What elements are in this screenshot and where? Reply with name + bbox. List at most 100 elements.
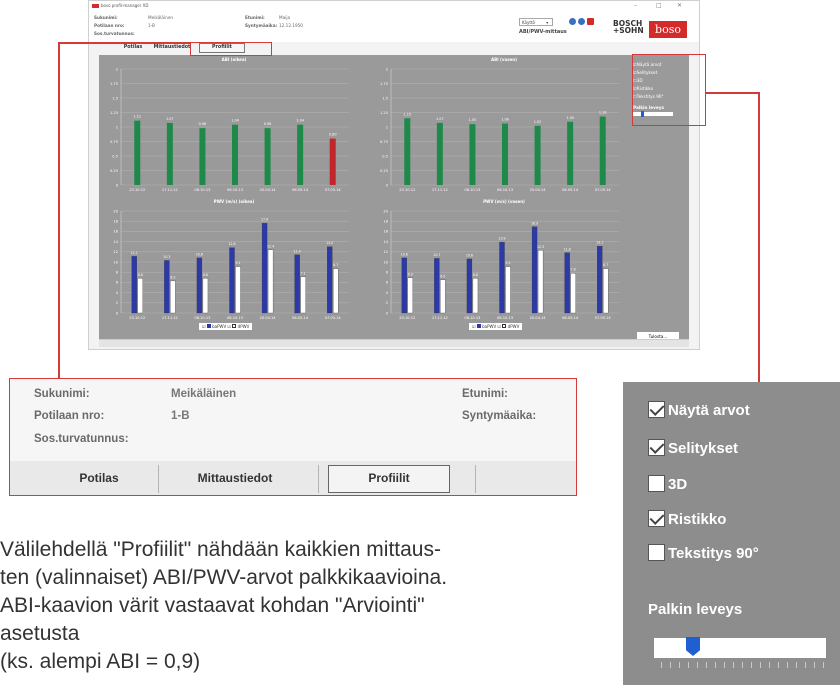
- birthdate-label-large: Syntymäaika:: [462, 410, 537, 422]
- checkbox-unchecked-icon[interactable]: [648, 544, 665, 561]
- bar-width-slider[interactable]: [654, 637, 826, 658]
- y-tick-label: 8: [386, 271, 389, 275]
- x-tick-label: 20.04.14: [260, 316, 277, 320]
- patient-header: Sukunimi: Meikäläinen Potilaan nro: 1-B …: [89, 12, 699, 42]
- x-tick-label: 06.10.13: [497, 316, 513, 320]
- enlarged-options-panel: Näytä arvot Selitykset 3D Ristikko Tekst…: [623, 382, 840, 685]
- data-label: 12.8: [228, 242, 235, 246]
- tab-divider: [158, 465, 159, 493]
- data-label: 1.04: [296, 119, 304, 123]
- y-tick-label: 12: [383, 250, 388, 254]
- bar-dpwv: [603, 268, 609, 314]
- bar-dpwv: [267, 249, 274, 314]
- data-label: 10.8: [196, 252, 203, 256]
- y-tick-label: 18: [113, 220, 118, 224]
- data-label: 6.3: [170, 275, 175, 279]
- tab-profiilit[interactable]: Profiilit: [328, 465, 450, 493]
- bar-width-label: Palkin leveys: [648, 601, 743, 618]
- data-label: 9.1: [235, 261, 240, 265]
- pdf-icon[interactable]: [587, 18, 594, 25]
- y-tick-label: 2: [386, 67, 388, 71]
- y-tick-label: 10: [113, 260, 118, 264]
- bar-dpwv: [235, 266, 241, 314]
- legend-ba: baPWV: [212, 324, 227, 329]
- bar-dpwv: [505, 266, 511, 314]
- bar-bapwv: [229, 247, 235, 314]
- data-label: 13.0: [326, 241, 333, 245]
- y-tick-label: 1.5: [112, 96, 118, 100]
- chart-legend: ☑ baPWV ☑ dPWV: [199, 323, 253, 330]
- horizontal-scrollbar[interactable]: [99, 339, 689, 347]
- opt-show-values[interactable]: Näytä arvot: [648, 401, 750, 421]
- data-label: 6.8: [138, 273, 143, 277]
- tab-potilas[interactable]: Potilas: [40, 461, 158, 495]
- y-tick-label: 1.5: [382, 96, 388, 100]
- surname-value-large: Meikäläinen: [171, 388, 237, 400]
- x-tick-label: 08.10.13: [194, 188, 210, 192]
- y-tick-label: 0: [386, 183, 389, 187]
- checkbox-checked-icon[interactable]: [648, 510, 665, 527]
- data-label: 0.80: [329, 133, 337, 137]
- data-label: 6.8: [203, 273, 208, 277]
- window-title: boso profil-manager XD: [101, 3, 149, 8]
- bar-bapwv: [499, 241, 505, 314]
- y-tick-label: 0: [116, 183, 119, 187]
- caption-line: asetusta: [0, 622, 80, 645]
- minimize-button[interactable]: –: [634, 2, 637, 9]
- checkbox-checked-icon[interactable]: [648, 401, 665, 418]
- data-label: 7.1: [301, 271, 306, 275]
- opt-label90-label: Tekstitys 90°: [668, 545, 759, 562]
- chart-svg: 0 2 4 6 8 10 12 14 16 18 20 23.10.12 10.8 6.9 17.11.12…: [383, 209, 619, 320]
- bar-dpwv: [137, 278, 143, 314]
- data-label: 10.8: [401, 252, 408, 256]
- ssn-label-large: Sos.turvatunnus:: [34, 433, 129, 445]
- opt-label90[interactable]: Tekstitys 90°: [648, 544, 759, 564]
- y-tick-label: 1: [116, 125, 118, 129]
- bar: [264, 128, 271, 185]
- tab-mittaustiedot[interactable]: Mittaustiedot: [160, 461, 310, 495]
- maximize-button[interactable]: □: [656, 2, 662, 9]
- slider-thumb[interactable]: [686, 637, 700, 656]
- bar-bapwv: [196, 257, 203, 314]
- x-tick-label: 08.10.13: [194, 316, 210, 320]
- data-label: 1.04: [231, 119, 239, 123]
- callout-tab-highlight: [190, 42, 272, 56]
- data-label: 1.09: [566, 116, 574, 120]
- legend-d: dPWV: [237, 324, 250, 329]
- checkbox-checked-icon[interactable]: [648, 439, 665, 456]
- checkbox-unchecked-icon[interactable]: [648, 475, 665, 492]
- help-icon[interactable]: [569, 18, 576, 25]
- y-tick-label: 0.5: [382, 154, 388, 158]
- bar-dpwv: [202, 278, 209, 314]
- data-label: 12.4: [267, 244, 274, 248]
- x-tick-label: 07.05.14: [595, 316, 612, 320]
- chart-pwv-right: PWV (m/s) (oikea) 0 2 4 6 8 10 12 14 16 18 20 23.10…: [99, 197, 369, 339]
- data-label: 1.05: [469, 118, 477, 122]
- close-button[interactable]: ✕: [677, 2, 682, 9]
- opt-legends[interactable]: Selitykset: [648, 439, 738, 459]
- data-label: 0.98: [199, 122, 207, 126]
- y-tick-label: 0.5: [112, 154, 118, 158]
- opt-show-values-label: Näytä arvot: [668, 402, 750, 419]
- opt-grid[interactable]: Ristikko: [648, 510, 726, 530]
- bar-bapwv: [131, 256, 137, 314]
- legend-swatch-d: [232, 324, 237, 328]
- bar: [469, 124, 476, 185]
- patient-no-value: 1-B: [148, 23, 155, 28]
- info-icon[interactable]: [578, 18, 585, 25]
- data-label: 6.5: [440, 274, 445, 278]
- legend-swatch-ba: [476, 324, 481, 328]
- x-tick-label: 08.10.13: [464, 188, 480, 192]
- x-tick-label: 23.10.12: [399, 188, 415, 192]
- data-label: 1.07: [436, 117, 444, 121]
- bar-bapwv: [531, 226, 538, 314]
- bar-bapwv: [597, 246, 603, 314]
- opt-3d[interactable]: 3D: [648, 475, 687, 495]
- usage-select[interactable]: Käyttö ▾: [519, 18, 553, 26]
- bar: [404, 118, 411, 185]
- y-tick-label: 4: [386, 291, 389, 295]
- y-tick-label: 1.75: [380, 82, 388, 86]
- birthdate-label: Syntymäaika:: [245, 23, 278, 28]
- legend-d: dPWV: [507, 324, 520, 329]
- y-tick-label: 0.75: [380, 140, 388, 144]
